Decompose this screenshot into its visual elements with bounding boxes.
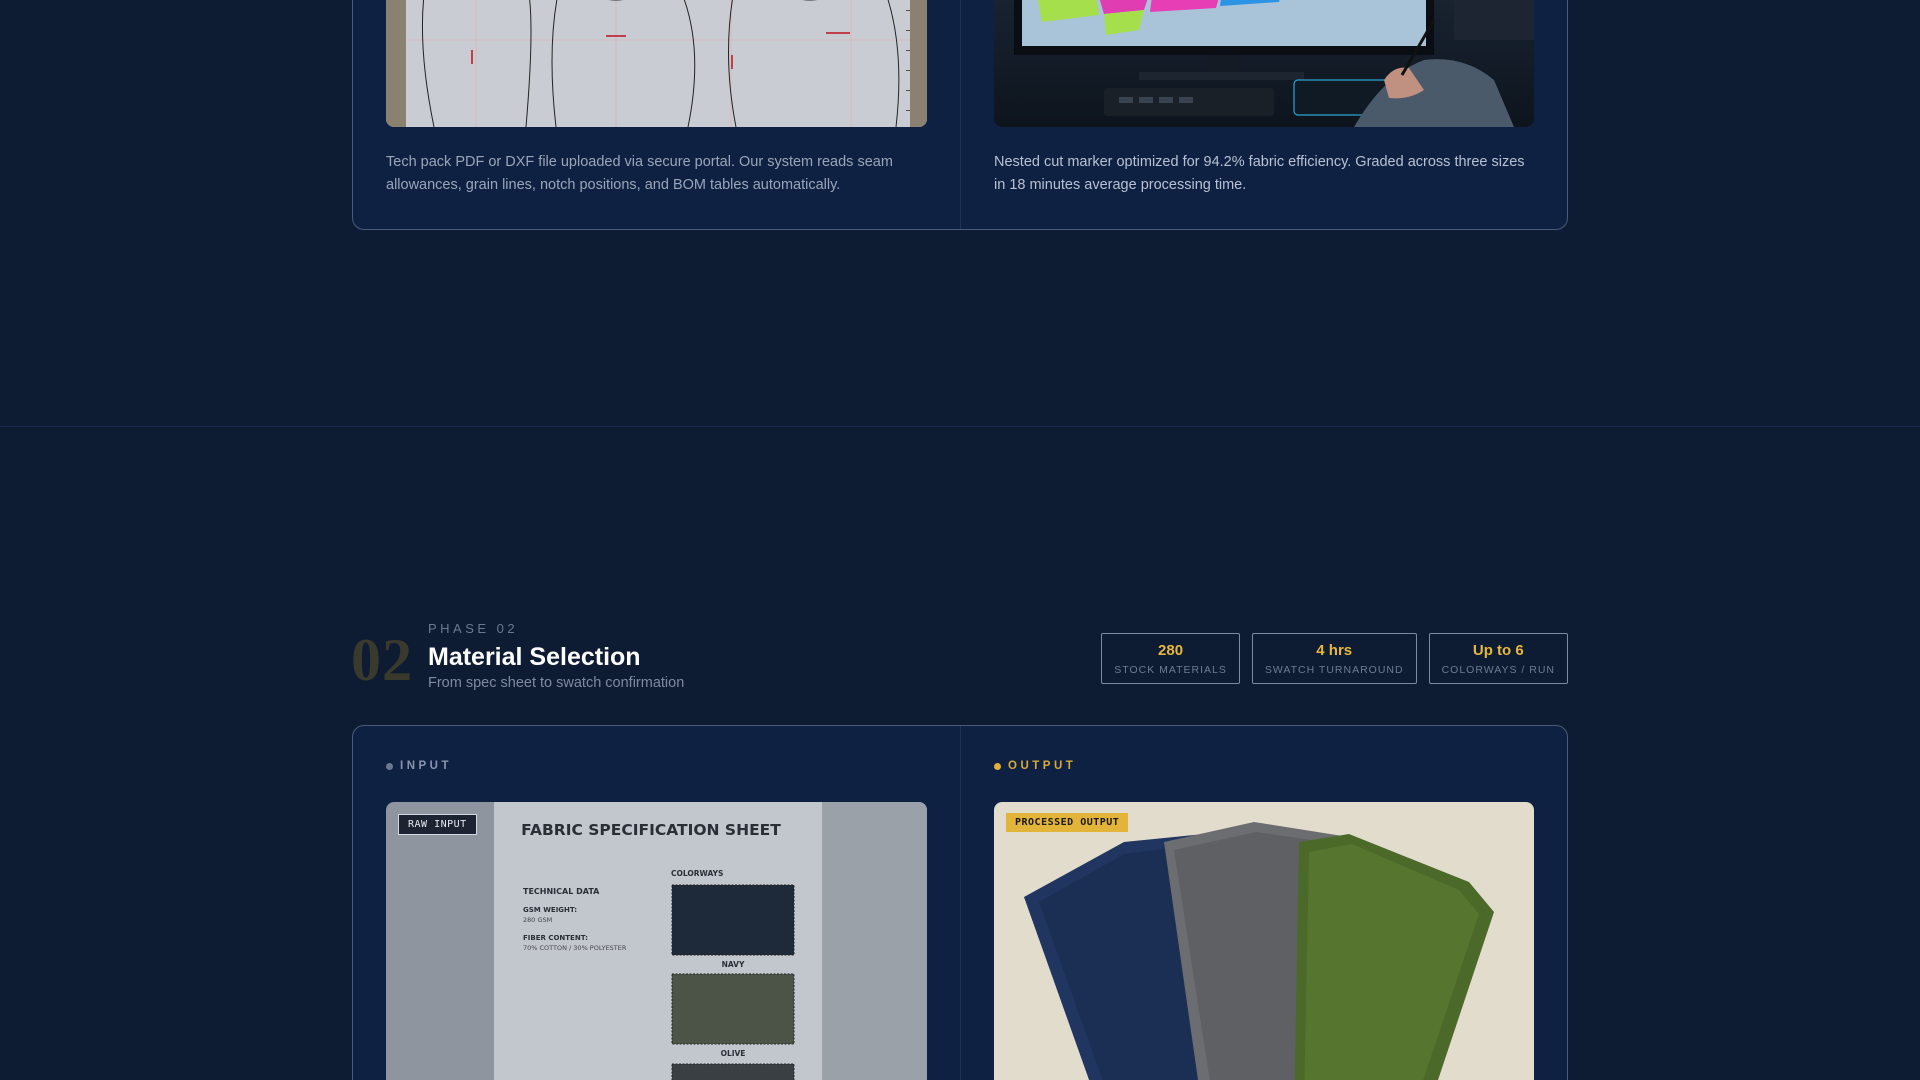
pattern-drawing-image bbox=[386, 0, 927, 127]
stat-label: STOCK MATERIALS bbox=[1114, 664, 1227, 676]
input-tag: INPUT bbox=[386, 760, 452, 772]
swatch-name: OLIVE bbox=[721, 1049, 746, 1058]
section-divider bbox=[0, 426, 1920, 427]
swatch-name: NAVY bbox=[722, 960, 745, 969]
processed-output-badge: PROCESSED OUTPUT bbox=[1006, 813, 1129, 832]
output-dot-icon bbox=[994, 762, 1001, 770]
sheet-fiber-label: FIBER CONTENT: bbox=[523, 934, 588, 942]
fabric-swatches-photo: PROCESSED OUTPUT bbox=[994, 802, 1534, 1080]
stat-value: 280 bbox=[1158, 642, 1184, 659]
input-dot-icon bbox=[386, 762, 393, 770]
stat-swatch-turnaround: 4 hrs SWATCH TURNAROUND bbox=[1251, 633, 1417, 684]
phase-01-card: Tech pack PDF or DXF file uploaded via s… bbox=[352, 0, 1568, 230]
stat-value: Up to 6 bbox=[1472, 642, 1524, 659]
stat-label: COLORWAYS / RUN bbox=[1441, 664, 1555, 676]
stat-stock-materials: 280 STOCK MATERIALS bbox=[1101, 633, 1240, 684]
output-tag-label: OUTPUT bbox=[1008, 760, 1077, 772]
phase-01-input-description: Tech pack PDF or DXF file uploaded via s… bbox=[386, 154, 893, 193]
sheet-title: FABRIC SPECIFICATION SHEET bbox=[521, 821, 781, 839]
sheet-colorways-heading: COLORWAYS bbox=[671, 869, 723, 878]
raw-input-badge: RAW INPUT bbox=[398, 814, 477, 835]
phase-label: PHASE 02 bbox=[428, 621, 519, 636]
swatch-third bbox=[671, 1063, 795, 1080]
phase-02-input-column: INPUT FABRIC SPECIFICATION SHEET TECHNIC… bbox=[353, 726, 960, 1080]
phase-02-output-column: OUTPUT PROCESSED OUTPUT bbox=[960, 726, 1567, 1080]
input-tag-label: INPUT bbox=[400, 760, 452, 772]
sheet-fiber-value: 70% COTTON / 30% POLYESTER bbox=[523, 944, 627, 952]
output-tag: OUTPUT bbox=[994, 760, 1076, 772]
phase-02-card: INPUT FABRIC SPECIFICATION SHEET TECHNIC… bbox=[352, 725, 1568, 1080]
stat-label: SWATCH TURNAROUND bbox=[1264, 664, 1404, 676]
sheet-gsm-label: GSM WEIGHT: bbox=[523, 906, 577, 914]
cut-marker-workstation-image bbox=[994, 0, 1534, 127]
sheet-technical-heading: TECHNICAL DATA bbox=[523, 887, 600, 896]
phase-stats: 280 STOCK MATERIALS 4 hrs SWATCH TURNARO… bbox=[1101, 633, 1568, 684]
swatch-olive bbox=[671, 973, 795, 1045]
phase-01-output-description: Nested cut marker optimized for 94.2% fa… bbox=[994, 154, 1525, 193]
phase-number: 02 bbox=[351, 627, 413, 693]
swatch-navy bbox=[671, 884, 795, 956]
phase-01-input-column: Tech pack PDF or DXF file uploaded via s… bbox=[353, 0, 960, 229]
stat-colorways-run: Up to 6 COLORWAYS / RUN bbox=[1428, 633, 1568, 684]
phase-01-output-column: Nested cut marker optimized for 94.2% fa… bbox=[960, 0, 1567, 229]
sheet-gsm-value: 280 GSM bbox=[523, 916, 552, 924]
phase-title: Material Selection bbox=[428, 643, 641, 671]
phase-subtitle: From spec sheet to swatch confirmation bbox=[428, 675, 685, 691]
fabric-spec-sheet-image: FABRIC SPECIFICATION SHEET TECHNICAL DAT… bbox=[386, 802, 927, 1080]
stat-value: 4 hrs bbox=[1316, 642, 1353, 659]
